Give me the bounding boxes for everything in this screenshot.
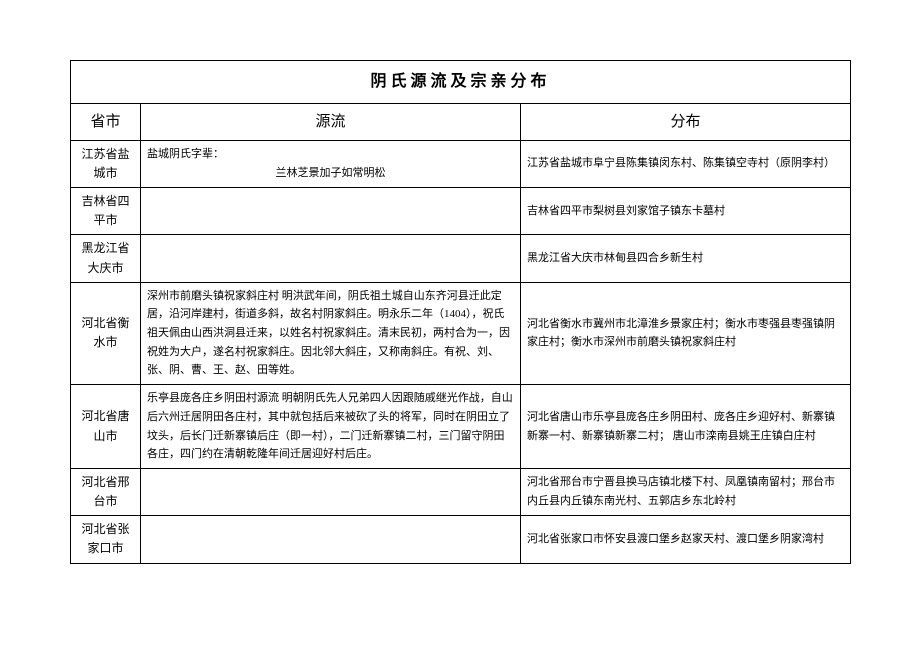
title-row: 阴氏源流及宗亲分布: [71, 61, 851, 104]
source-cell: [141, 516, 521, 563]
distribution-cell: 河北省张家口市怀安县渡口堡乡赵家天村、渡口堡乡阴家湾村: [521, 516, 851, 563]
province-cell: 黑龙江省大庆市: [71, 235, 141, 282]
table-row: 河北省唐山市 乐亭县庞各庄乡阴田村源流 明朝阴氏先人兄弟四人因跟随戚继光作战，自…: [71, 385, 851, 469]
table-title: 阴氏源流及宗亲分布: [71, 61, 851, 104]
source-cell: [141, 187, 521, 234]
table-row: 黑龙江省大庆市 黑龙江省大庆市林甸县四合乡新生村: [71, 235, 851, 282]
distribution-cell: 吉林省四平市梨树县刘家馆子镇东卡墓村: [521, 187, 851, 234]
distribution-cell: 河北省唐山市乐亭县庞各庄乡阴田村、庞各庄乡迎好村、新寨镇新寨一村、新寨镇新寨二村…: [521, 385, 851, 469]
source-line-center: 兰林芝景加子如常明松: [147, 164, 514, 183]
province-cell: 河北省衡水市: [71, 282, 141, 384]
table-row: 江苏省盐城市 盐城阴氏字辈： 兰林芝景加子如常明松 江苏省盐城市阜宁县陈集镇闵东…: [71, 140, 851, 187]
header-distribution: 分布: [521, 103, 851, 140]
source-cell: 盐城阴氏字辈： 兰林芝景加子如常明松: [141, 140, 521, 187]
distribution-cell: 河北省邢台市宁晋县换马店镇北楼下村、凤凰镇南留村；邢台市内丘县内丘镇东南光村、五…: [521, 468, 851, 515]
header-province: 省市: [71, 103, 141, 140]
source-cell: 深州市前磨头镇祝家斜庄村 明洪武年间，阴氏祖土城自山东齐河县迁此定居，沿河岸建村…: [141, 282, 521, 384]
table-row: 河北省衡水市 深州市前磨头镇祝家斜庄村 明洪武年间，阴氏祖土城自山东齐河县迁此定…: [71, 282, 851, 384]
table-row: 河北省张家口市 河北省张家口市怀安县渡口堡乡赵家天村、渡口堡乡阴家湾村: [71, 516, 851, 563]
province-cell: 河北省唐山市: [71, 385, 141, 469]
province-cell: 河北省张家口市: [71, 516, 141, 563]
source-cell: [141, 468, 521, 515]
source-cell: 乐亭县庞各庄乡阴田村源流 明朝阴氏先人兄弟四人因跟随戚继光作战，自山后六州迁居阴…: [141, 385, 521, 469]
distribution-cell: 河北省衡水市冀州市北漳淮乡景家庄村；衡水市枣强县枣强镇阴家庄村；衡水市深州市前磨…: [521, 282, 851, 384]
province-cell: 河北省邢台市: [71, 468, 141, 515]
province-cell: 江苏省盐城市: [71, 140, 141, 187]
table-row: 河北省邢台市 河北省邢台市宁晋县换马店镇北楼下村、凤凰镇南留村；邢台市内丘县内丘…: [71, 468, 851, 515]
genealogy-table: 阴氏源流及宗亲分布 省市 源流 分布 江苏省盐城市 盐城阴氏字辈： 兰林芝景加子…: [70, 60, 851, 564]
province-cell: 吉林省四平市: [71, 187, 141, 234]
table-row: 吉林省四平市 吉林省四平市梨树县刘家馆子镇东卡墓村: [71, 187, 851, 234]
source-cell: [141, 235, 521, 282]
header-source: 源流: [141, 103, 521, 140]
source-line: 盐城阴氏字辈：: [147, 148, 224, 160]
distribution-cell: 黑龙江省大庆市林甸县四合乡新生村: [521, 235, 851, 282]
distribution-cell: 江苏省盐城市阜宁县陈集镇闵东村、陈集镇空寺村（原阴李村）: [521, 140, 851, 187]
header-row: 省市 源流 分布: [71, 103, 851, 140]
